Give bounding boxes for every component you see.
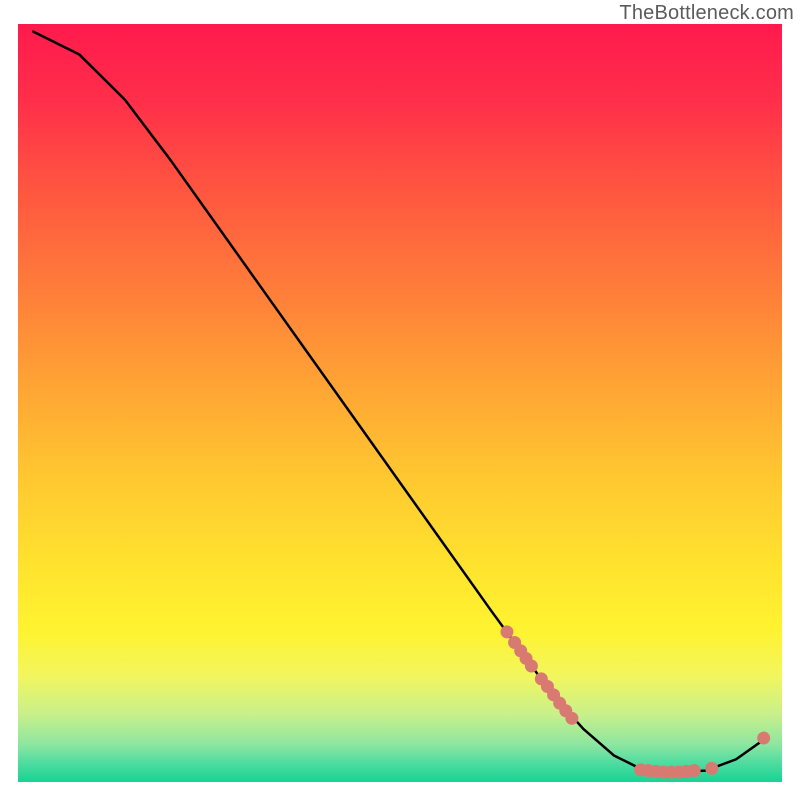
data-marker (705, 762, 718, 775)
watermark-label: TheBottleneck.com (619, 2, 794, 25)
marker-group-2 (757, 732, 770, 745)
data-marker (525, 660, 538, 673)
data-marker (757, 732, 770, 745)
plot-background (18, 24, 782, 782)
data-marker (688, 764, 701, 777)
bottleneck-chart: TheBottleneck.com (0, 0, 800, 800)
chart-svg (0, 0, 800, 800)
data-marker (500, 625, 513, 638)
data-marker (565, 712, 578, 725)
